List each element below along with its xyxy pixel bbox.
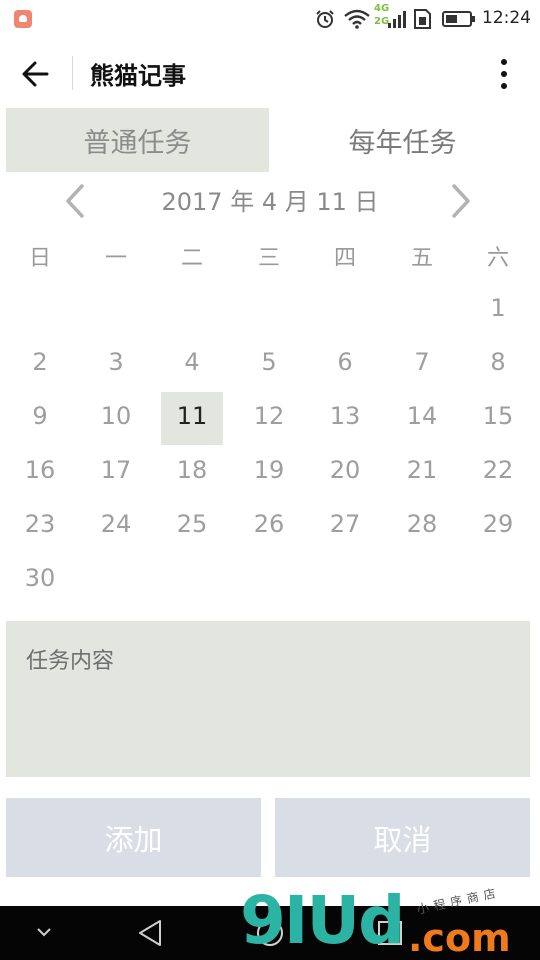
calendar-day[interactable]: 1: [468, 281, 528, 335]
sim-icon: [414, 9, 431, 29]
calendar-day[interactable]: 3: [86, 335, 146, 389]
wifi-icon: [344, 9, 370, 29]
calendar-day[interactable]: 6: [315, 335, 375, 389]
site-watermark-logo: 9IUd .com 小程序商店: [240, 882, 540, 960]
calendar-day[interactable]: 16: [10, 443, 70, 497]
calendar-day[interactable]: 21: [392, 443, 452, 497]
app-title: 熊猫记事: [90, 62, 186, 90]
calendar-date-label: 2017 年 4 月 11 日: [161, 188, 379, 216]
calendar-day[interactable]: 9: [10, 389, 70, 443]
nav-back-icon[interactable]: [136, 918, 166, 948]
calendar-day[interactable]: 12: [239, 389, 299, 443]
weekday-label: 四: [333, 246, 356, 271]
battery-icon: [442, 11, 475, 27]
weekday-label: 一: [104, 246, 127, 271]
back-arrow-icon[interactable]: [14, 52, 58, 96]
calendar-day[interactable]: 15: [468, 389, 528, 443]
calendar-day[interactable]: 18: [162, 443, 222, 497]
add-button[interactable]: 添加: [6, 798, 261, 877]
task-content-placeholder: 任务内容: [26, 649, 115, 674]
chevron-down-icon[interactable]: [34, 924, 54, 940]
more-vert-icon[interactable]: [486, 52, 522, 96]
calendar-day[interactable]: 28: [392, 497, 452, 551]
app-bar-divider: [72, 56, 73, 90]
weekday-label: 六: [486, 246, 509, 271]
app-notification-icon: [14, 10, 32, 28]
weekday-label: 五: [410, 246, 433, 271]
calendar-day[interactable]: 25: [162, 497, 222, 551]
weekday-label: 二: [180, 246, 203, 271]
watermark-suffix-text: .com: [408, 916, 511, 960]
prev-month-chevron-icon[interactable]: [58, 180, 92, 222]
calendar-day[interactable]: 13: [315, 389, 375, 443]
next-month-chevron-icon[interactable]: [444, 180, 478, 222]
calendar-day-selected[interactable]: 11: [162, 389, 222, 443]
tab-yearly-task[interactable]: 每年任务: [271, 108, 534, 172]
calendar-day[interactable]: 4: [162, 335, 222, 389]
watermark-tagline: 小程序商店: [415, 885, 502, 917]
cancel-button[interactable]: 取消: [275, 798, 530, 877]
app-bar: 熊猫记事: [0, 38, 540, 108]
calendar-day[interactable]: 5: [239, 335, 299, 389]
calendar-day[interactable]: 22: [468, 443, 528, 497]
calendar-day[interactable]: 29: [468, 497, 528, 551]
calendar-day[interactable]: 19: [239, 443, 299, 497]
calendar-day[interactable]: 7: [392, 335, 452, 389]
network-4g-label: 4G: [374, 3, 390, 14]
weekday-label: 日: [28, 246, 51, 271]
calendar-day[interactable]: 30: [10, 551, 70, 605]
calendar-day[interactable]: 2: [10, 335, 70, 389]
calendar-day[interactable]: 23: [10, 497, 70, 551]
status-time: 12:24: [482, 8, 531, 28]
watermark-main-text: 9IUd: [240, 882, 405, 959]
weekday-label: 三: [257, 246, 280, 271]
tab-normal-task[interactable]: 普通任务: [6, 108, 269, 172]
calendar-day[interactable]: 20: [315, 443, 375, 497]
calendar-day[interactable]: 17: [86, 443, 146, 497]
calendar-day[interactable]: 24: [86, 497, 146, 551]
calendar-day[interactable]: 14: [392, 389, 452, 443]
signal-icon: [388, 11, 406, 28]
calendar-day[interactable]: 27: [315, 497, 375, 551]
calendar-day[interactable]: 10: [86, 389, 146, 443]
alarm-icon: [316, 10, 334, 28]
status-bar: 4G 2G 12:24: [0, 0, 540, 38]
calendar-day[interactable]: 8: [468, 335, 528, 389]
network-2g-label: 2G: [374, 16, 390, 27]
calendar-day[interactable]: 26: [239, 497, 299, 551]
